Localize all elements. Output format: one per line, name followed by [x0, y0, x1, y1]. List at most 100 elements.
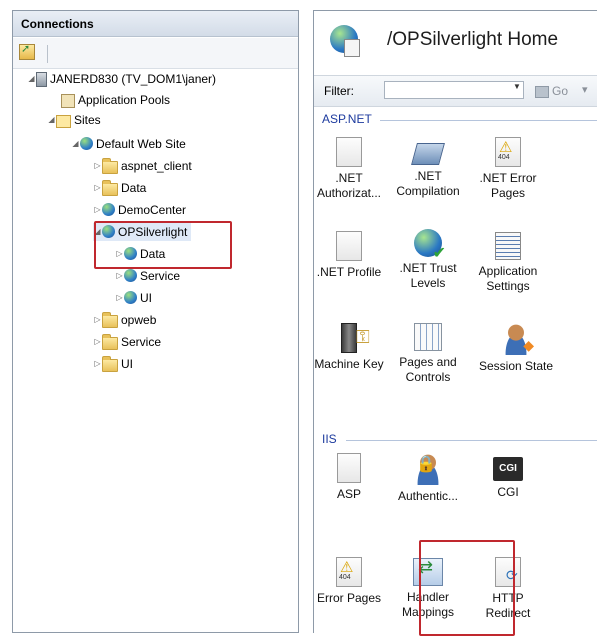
tree-node-label: aspnet_client: [121, 159, 192, 173]
tree-node-service-app[interactable]: ▷ Service: [115, 267, 180, 285]
feature-label: CGI: [497, 485, 519, 499]
feature-cgi[interactable]: CGI CGI: [471, 453, 545, 500]
group-divider: [346, 440, 597, 441]
tree-node-label: JANERD830 (TV_DOM1\janer): [50, 72, 217, 86]
feature-net-authorization[interactable]: .NET Authorizat...: [312, 135, 386, 201]
tree-node-data-folder[interactable]: ▷ Data: [93, 179, 146, 197]
expand-arrow-icon[interactable]: ▷: [93, 355, 102, 373]
folder-icon: [102, 180, 118, 196]
filter-input[interactable]: [384, 81, 524, 99]
filter-dropdown-arrow-icon[interactable]: ▼: [513, 82, 521, 91]
sites-folder-icon: [56, 115, 71, 128]
feature-label: ASP: [336, 487, 361, 501]
expand-arrow-icon[interactable]: ▷: [93, 201, 102, 219]
feature-asp[interactable]: ASP: [312, 453, 386, 502]
tree-node-label: Data: [121, 181, 147, 195]
toolbar-separator: [47, 45, 48, 63]
app-pools-icon: [61, 94, 75, 108]
folder-icon: [102, 158, 118, 174]
handler-mappings-highlight-annotation: [419, 540, 515, 636]
go-button[interactable]: Go: [535, 84, 568, 98]
expand-arrow-icon[interactable]: ▷: [115, 289, 124, 307]
feature-label: .NET Trust Levels: [399, 261, 457, 290]
go-dropdown-arrow-icon[interactable]: ▾: [582, 83, 588, 96]
tree-node-label: UI: [140, 291, 152, 305]
globe-icon: [102, 203, 115, 216]
error-pages-icon: [336, 557, 362, 587]
tree-node-sites[interactable]: ◢ Sites: [47, 111, 101, 129]
expand-arrow-icon[interactable]: ▷: [115, 267, 124, 285]
authentication-icon: [412, 453, 444, 485]
server-icon: [36, 72, 47, 87]
collapse-arrow-icon[interactable]: ◢: [27, 70, 36, 88]
feature-pages-and-controls[interactable]: Pages and Controls: [391, 323, 465, 385]
feature-label: Machine Key: [314, 357, 384, 371]
tree-node-service-folder[interactable]: ▷ Service: [93, 333, 161, 351]
page-title: /OPSilverlight Home: [387, 29, 559, 50]
connections-pane: Connections ➚ ◢ JANERD830 (TV_DOM1\janer)…: [12, 10, 299, 633]
feature-net-compilation[interactable]: .NET Compilation: [391, 135, 465, 199]
feature-label: .NET Authorizat...: [316, 171, 382, 200]
machine-key-icon: [341, 323, 370, 353]
page-title-row: /OPSilverlight Home: [314, 11, 597, 71]
feature-label: Pages and Controls: [399, 355, 457, 384]
expand-arrow-icon[interactable]: ▷: [93, 311, 102, 329]
folder-icon: [102, 356, 118, 372]
cgi-icon: CGI: [493, 457, 523, 481]
expand-arrow-icon[interactable]: ▷: [93, 179, 102, 197]
group-label-aspnet: ASP.NET: [322, 112, 372, 126]
tree-node-label: UI: [121, 357, 133, 371]
feature-machine-key[interactable]: Machine Key: [312, 323, 386, 372]
collapse-arrow-icon[interactable]: ◢: [47, 111, 56, 129]
asp-icon: [337, 453, 361, 483]
tree-node-label: Service: [121, 335, 162, 349]
folder-icon: [102, 312, 118, 328]
page-icon: [344, 39, 360, 57]
feature-error-pages[interactable]: Error Pages: [312, 555, 386, 606]
tree-node-label: Application Pools: [78, 93, 171, 107]
connect-arrow-icon: ➚: [21, 43, 31, 55]
net-error-pages-icon: [495, 137, 521, 167]
filter-bar: Filter: ▼ Go ▾: [314, 75, 597, 107]
globe-icon: [124, 269, 137, 282]
go-label: Go: [552, 84, 569, 98]
feature-authentication[interactable]: Authentic...: [391, 453, 465, 504]
tree-node-aspnet-client[interactable]: ▷ aspnet_client: [93, 157, 192, 175]
binoculars-icon: [535, 85, 549, 98]
tree-node-ui-app[interactable]: ▷ UI: [115, 289, 152, 307]
connections-toolbar: ➚: [13, 38, 298, 69]
tree-node-democenter[interactable]: ▷ DemoCenter: [93, 201, 186, 219]
feature-label: .NET Profile: [316, 265, 382, 279]
feature-session-state[interactable]: Session State: [471, 323, 561, 374]
net-trust-levels-icon: [414, 229, 446, 261]
folder-icon: [102, 334, 118, 350]
feature-application-settings[interactable]: Application Settings: [471, 229, 545, 294]
group-label-iis: IIS: [322, 432, 337, 446]
tree-node-label: Sites: [74, 113, 101, 127]
globe-icon: [124, 291, 137, 304]
pages-and-controls-icon: [414, 323, 442, 351]
net-compilation-icon: [411, 143, 445, 165]
application-settings-icon: [495, 232, 521, 260]
feature-net-profile[interactable]: .NET Profile: [312, 229, 386, 280]
feature-net-trust-levels[interactable]: .NET Trust Levels: [391, 229, 465, 291]
feature-label: Application Settings: [478, 264, 538, 293]
tree-node-label: opweb: [121, 313, 157, 327]
feature-net-error-pages[interactable]: .NET Error Pages: [471, 135, 545, 201]
feature-label: .NET Compilation: [396, 169, 460, 198]
tree-node-opweb[interactable]: ▷ opweb: [93, 311, 156, 329]
collapse-arrow-icon[interactable]: ◢: [71, 135, 80, 153]
globe-icon: [80, 137, 93, 150]
tree-highlight-annotation: [94, 221, 232, 269]
tree-node-default-web-site[interactable]: ◢ Default Web Site: [71, 135, 186, 153]
group-divider: [380, 120, 597, 121]
expand-arrow-icon[interactable]: ▷: [93, 157, 102, 175]
tree-node-server[interactable]: ◢ JANERD830 (TV_DOM1\janer): [27, 70, 216, 88]
expand-arrow-icon[interactable]: ▷: [93, 333, 102, 351]
feature-label: Authentic...: [397, 489, 459, 503]
connections-header: Connections: [13, 11, 298, 37]
tree-node-ui-folder[interactable]: ▷ UI: [93, 355, 133, 373]
feature-label: .NET Error Pages: [479, 171, 537, 200]
tree-node-application-pools[interactable]: Application Pools: [61, 91, 170, 109]
tree-node-label: Default Web Site: [96, 137, 186, 151]
